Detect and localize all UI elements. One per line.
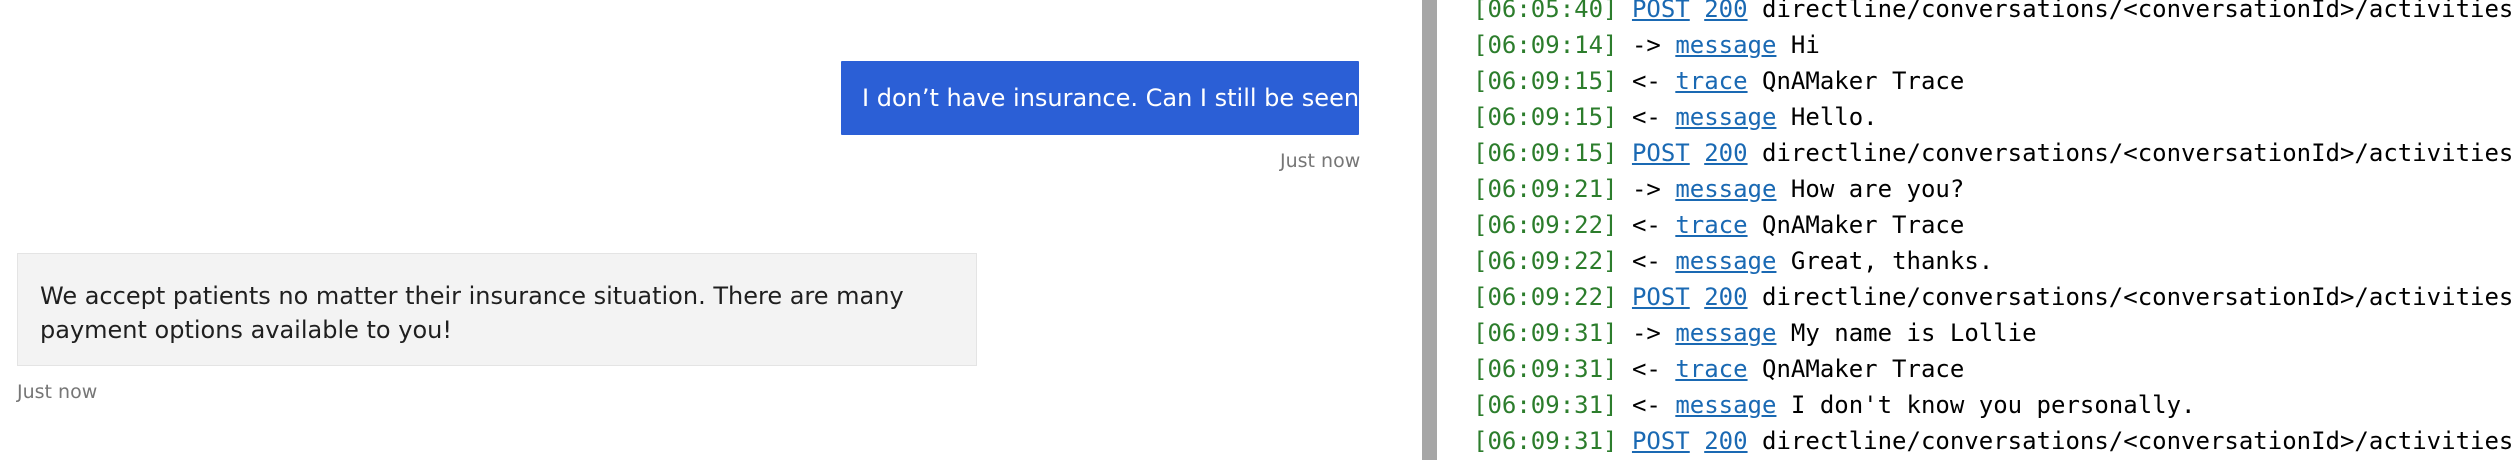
- log-line: [06:09:14] -> message Hi: [1473, 27, 1820, 63]
- log-request-path: directline/conversations/<conversationId…: [1762, 0, 2514, 23]
- log-line: [06:09:15] POST 200 directline/conversat…: [1473, 135, 2513, 171]
- log-activity-text: My name is Lollie: [1790, 319, 2037, 347]
- chat-transcript: I don’t have insurance. Can I still be s…: [0, 0, 1422, 460]
- bot-message-line-2: payment options available to you!: [40, 316, 452, 344]
- log-direction: <-: [1631, 211, 1661, 239]
- log-line: [06:09:31] <- trace QnAMaker Trace: [1473, 351, 1964, 387]
- log-activity-type-link[interactable]: trace: [1675, 67, 1747, 95]
- log-timestamp: [06:09:15]: [1473, 103, 1618, 131]
- log-request-path: directline/conversations/<conversationId…: [1762, 283, 2514, 311]
- log-timestamp: [06:09:31]: [1473, 355, 1618, 383]
- log-method-link[interactable]: POST: [1632, 0, 1690, 23]
- log-activity-type-link[interactable]: message: [1675, 31, 1776, 59]
- log-line: [06:09:22] <- trace QnAMaker Trace: [1473, 207, 1964, 243]
- user-message-timestamp: Just now: [1280, 150, 1361, 172]
- log-timestamp: [06:05:40]: [1473, 0, 1618, 23]
- log-direction: ->: [1631, 319, 1661, 347]
- log-activity-type-link[interactable]: message: [1675, 247, 1776, 275]
- log-line: [06:09:15] <- trace QnAMaker Trace: [1473, 63, 1964, 99]
- log-direction: <-: [1631, 247, 1661, 275]
- log-panel: [06:05:40] POST 200 directline/conversat…: [1437, 0, 2518, 460]
- log-direction: <-: [1631, 67, 1661, 95]
- log-line: [06:09:15] <- message Hello.: [1473, 99, 1878, 135]
- log-activity-type-link[interactable]: message: [1675, 175, 1776, 203]
- log-status-link[interactable]: 200: [1704, 139, 1747, 167]
- log-activity-type-link[interactable]: message: [1675, 103, 1776, 131]
- log-direction: <-: [1631, 355, 1661, 383]
- log-method-link[interactable]: POST: [1632, 283, 1690, 311]
- log-method-link[interactable]: POST: [1632, 427, 1690, 455]
- log-timestamp: [06:09:31]: [1473, 427, 1618, 455]
- log-line: [06:09:21] -> message How are you?: [1473, 171, 1964, 207]
- log-timestamp: [06:09:22]: [1473, 211, 1618, 239]
- log-line: [06:09:22] <- message Great, thanks.: [1473, 243, 1993, 279]
- bot-message-line-1: We accept patients no matter their insur…: [40, 282, 904, 310]
- log-activity-type-link[interactable]: message: [1675, 319, 1776, 347]
- log-status-link[interactable]: 200: [1704, 427, 1747, 455]
- log-method-link[interactable]: POST: [1632, 139, 1690, 167]
- log-timestamp: [06:09:22]: [1473, 283, 1618, 311]
- pane-splitter[interactable]: [1422, 0, 1437, 460]
- log-request-path: directline/conversations/<conversationId…: [1762, 427, 2514, 455]
- log-line: [06:09:31] <- message I don't know you p…: [1473, 387, 2196, 423]
- log-line: [06:09:22] POST 200 directline/conversat…: [1473, 279, 2513, 315]
- user-message-text: I don’t have insurance. Can I still be s…: [862, 84, 1372, 112]
- log-activity-text: How are you?: [1790, 175, 1965, 203]
- log-line: [06:05:40] POST 200 directline/conversat…: [1473, 0, 2513, 27]
- log-status-link[interactable]: 200: [1704, 0, 1747, 23]
- user-message-bubble[interactable]: I don’t have insurance. Can I still be s…: [841, 61, 1372, 135]
- log-activity-text: QnAMaker Trace: [1762, 67, 1965, 95]
- log-activity-text: Hi: [1790, 31, 1820, 59]
- log-timestamp: [06:09:31]: [1473, 319, 1618, 347]
- log-activity-text: I don't know you personally.: [1790, 391, 2196, 419]
- log-timestamp: [06:09:21]: [1473, 175, 1618, 203]
- log-activity-text: QnAMaker Trace: [1762, 355, 1965, 383]
- log-timestamp: [06:09:31]: [1473, 391, 1618, 419]
- log-activity-text: Hello.: [1790, 103, 1878, 131]
- emulator-window: I don’t have insurance. Can I still be s…: [0, 0, 2518, 460]
- log-activity-text: Great, thanks.: [1790, 247, 1994, 275]
- bot-message-timestamp: Just now: [17, 381, 98, 403]
- log-direction: <-: [1631, 103, 1661, 131]
- log-activity-type-link[interactable]: message: [1675, 391, 1776, 419]
- log-direction: <-: [1631, 391, 1661, 419]
- log-timestamp: [06:09:15]: [1473, 67, 1618, 95]
- log-direction: ->: [1631, 31, 1661, 59]
- log-activity-type-link[interactable]: trace: [1675, 211, 1747, 239]
- log-activity-text: QnAMaker Trace: [1762, 211, 1965, 239]
- log-activity-type-link[interactable]: trace: [1675, 355, 1747, 383]
- log-timestamp: [06:09:22]: [1473, 247, 1618, 275]
- log-direction: ->: [1631, 175, 1661, 203]
- log-timestamp: [06:09:14]: [1473, 31, 1618, 59]
- log-timestamp: [06:09:15]: [1473, 139, 1618, 167]
- bot-message-bubble[interactable]: We accept patients no matter their insur…: [17, 253, 977, 366]
- log-line: [06:09:31] -> message My name is Lollie: [1473, 315, 2037, 351]
- log-line: [06:09:31] POST 200 directline/conversat…: [1473, 423, 2513, 459]
- log-request-path: directline/conversations/<conversationId…: [1762, 139, 2514, 167]
- log-status-link[interactable]: 200: [1704, 283, 1747, 311]
